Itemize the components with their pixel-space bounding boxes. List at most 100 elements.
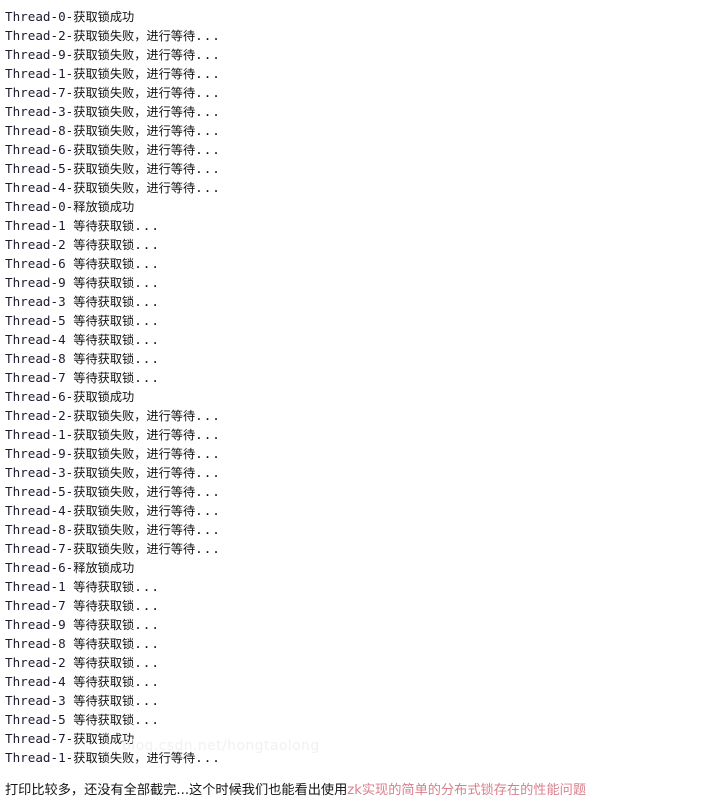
log-line: Thread-7-获取锁失败，进行等待...: [0, 539, 723, 558]
log-message: 等待获取锁: [73, 371, 135, 385]
log-message: 获取锁失败，进行等待: [73, 542, 196, 556]
log-message: 获取锁成功: [73, 10, 135, 24]
log-ellipsis: ...: [134, 693, 160, 708]
log-line: Thread-9 等待获取锁...: [0, 615, 723, 634]
log-message: 等待获取锁: [73, 599, 135, 613]
log-thread-name: Thread-9: [5, 47, 66, 62]
log-ellipsis: ...: [195, 522, 221, 537]
log-ellipsis: ...: [134, 370, 160, 385]
log-ellipsis: ...: [195, 503, 221, 518]
log-thread-name: Thread-5: [5, 161, 66, 176]
log-ellipsis: ...: [134, 712, 160, 727]
log-ellipsis: ...: [134, 598, 160, 613]
log-line: Thread-6-获取锁成功: [0, 387, 723, 406]
log-ellipsis: ...: [134, 256, 160, 271]
log-line: Thread-9-获取锁失败，进行等待...: [0, 444, 723, 463]
log-ellipsis: ...: [195, 123, 221, 138]
log-message: 获取锁失败，进行等待: [73, 751, 196, 765]
log-line: Thread-1-获取锁失败，进行等待...: [0, 425, 723, 444]
log-line: Thread-8 等待获取锁...: [0, 349, 723, 368]
log-line: Thread-4-获取锁失败，进行等待...: [0, 178, 723, 197]
log-message: 获取锁成功: [73, 390, 135, 404]
log-line: Thread-7-获取锁成功: [0, 729, 723, 748]
log-thread-name: Thread-5: [5, 484, 66, 499]
log-thread-name: Thread-3: [5, 294, 66, 309]
log-ellipsis: ...: [134, 617, 160, 632]
log-line: Thread-6-获取锁失败，进行等待...: [0, 140, 723, 159]
log-line: Thread-2 等待获取锁...: [0, 235, 723, 254]
log-thread-name: Thread-6: [5, 389, 66, 404]
log-message: 等待获取锁: [73, 694, 135, 708]
log-message: 等待获取锁: [73, 713, 135, 727]
log-message: 释放锁成功: [73, 561, 135, 575]
log-thread-name: Thread-3: [5, 104, 66, 119]
log-line: Thread-8-获取锁失败，进行等待...: [0, 121, 723, 140]
log-thread-name: Thread-9: [5, 275, 66, 290]
caption-text: 打印比较多，还没有全部截完...这个时候我们也能看出使用zk实现的简单的分布式锁…: [5, 781, 586, 801]
log-ellipsis: ...: [195, 104, 221, 119]
log-thread-name: Thread-4: [5, 674, 66, 689]
log-thread-name: Thread-1: [5, 750, 66, 765]
log-ellipsis: ...: [195, 408, 221, 423]
log-line: Thread-5 等待获取锁...: [0, 311, 723, 330]
log-thread-name: Thread-0: [5, 9, 66, 24]
log-message: 等待获取锁: [73, 618, 135, 632]
log-ellipsis: ...: [134, 636, 160, 651]
log-thread-name: Thread-5: [5, 712, 66, 727]
log-thread-name: Thread-6: [5, 142, 66, 157]
log-message: 等待获取锁: [73, 219, 135, 233]
log-message: 等待获取锁: [73, 276, 135, 290]
log-ellipsis: ...: [195, 541, 221, 556]
log-thread-name: Thread-8: [5, 351, 66, 366]
log-thread-name: Thread-2: [5, 655, 66, 670]
log-thread-name: Thread-1: [5, 66, 66, 81]
log-thread-name: Thread-8: [5, 636, 66, 651]
log-thread-name: Thread-7: [5, 85, 66, 100]
log-thread-name: Thread-0: [5, 199, 66, 214]
log-thread-name: Thread-6: [5, 256, 66, 271]
log-line: Thread-5 等待获取锁...: [0, 710, 723, 729]
log-message: 获取锁失败，进行等待: [73, 181, 196, 195]
log-ellipsis: ...: [195, 180, 221, 195]
log-line: Thread-2-获取锁失败，进行等待...: [0, 26, 723, 45]
log-ellipsis: ...: [134, 655, 160, 670]
log-ellipsis: ...: [134, 351, 160, 366]
log-message: 获取锁失败，进行等待: [73, 143, 196, 157]
log-line: Thread-0-释放锁成功: [0, 197, 723, 216]
log-ellipsis: ...: [195, 85, 221, 100]
log-line: Thread-9 等待获取锁...: [0, 273, 723, 292]
log-message: 获取锁失败，进行等待: [73, 48, 196, 62]
log-thread-name: Thread-7: [5, 731, 66, 746]
log-line: Thread-1 等待获取锁...: [0, 216, 723, 235]
log-message: 释放锁成功: [73, 200, 135, 214]
log-ellipsis: ...: [195, 142, 221, 157]
log-line: Thread-7 等待获取锁...: [0, 368, 723, 387]
log-thread-name: Thread-8: [5, 522, 66, 537]
log-line: Thread-1-获取锁失败，进行等待...: [0, 748, 723, 767]
log-thread-name: Thread-4: [5, 503, 66, 518]
caption-plain-part: 打印比较多，还没有全部截完...这个时候我们也能看出使用: [5, 783, 348, 798]
log-line: Thread-0-获取锁成功: [0, 7, 723, 26]
log-message: 等待获取锁: [73, 675, 135, 689]
log-ellipsis: ...: [134, 218, 160, 233]
log-ellipsis: ...: [195, 47, 221, 62]
log-ellipsis: ...: [195, 161, 221, 176]
log-ellipsis: ...: [134, 237, 160, 252]
log-message: 获取锁失败，进行等待: [73, 447, 196, 461]
log-message: 等待获取锁: [73, 314, 135, 328]
log-message: 获取锁失败，进行等待: [73, 504, 196, 518]
log-line: Thread-3-获取锁失败，进行等待...: [0, 463, 723, 482]
log-message: 获取锁失败，进行等待: [73, 29, 196, 43]
log-line: Thread-1 等待获取锁...: [0, 577, 723, 596]
console-log-output: Thread-0-获取锁成功 Thread-2-获取锁失败，进行等待... Thre…: [0, 0, 723, 767]
log-ellipsis: ...: [195, 66, 221, 81]
log-message: 获取锁失败，进行等待: [73, 162, 196, 176]
log-thread-name: Thread-4: [5, 332, 66, 347]
log-message: 获取锁失败，进行等待: [73, 523, 196, 537]
log-thread-name: Thread-1: [5, 427, 66, 442]
log-ellipsis: ...: [134, 313, 160, 328]
log-ellipsis: ...: [134, 674, 160, 689]
log-ellipsis: ...: [195, 446, 221, 461]
log-message: 获取锁成功: [73, 732, 135, 746]
log-thread-name: Thread-2: [5, 28, 66, 43]
